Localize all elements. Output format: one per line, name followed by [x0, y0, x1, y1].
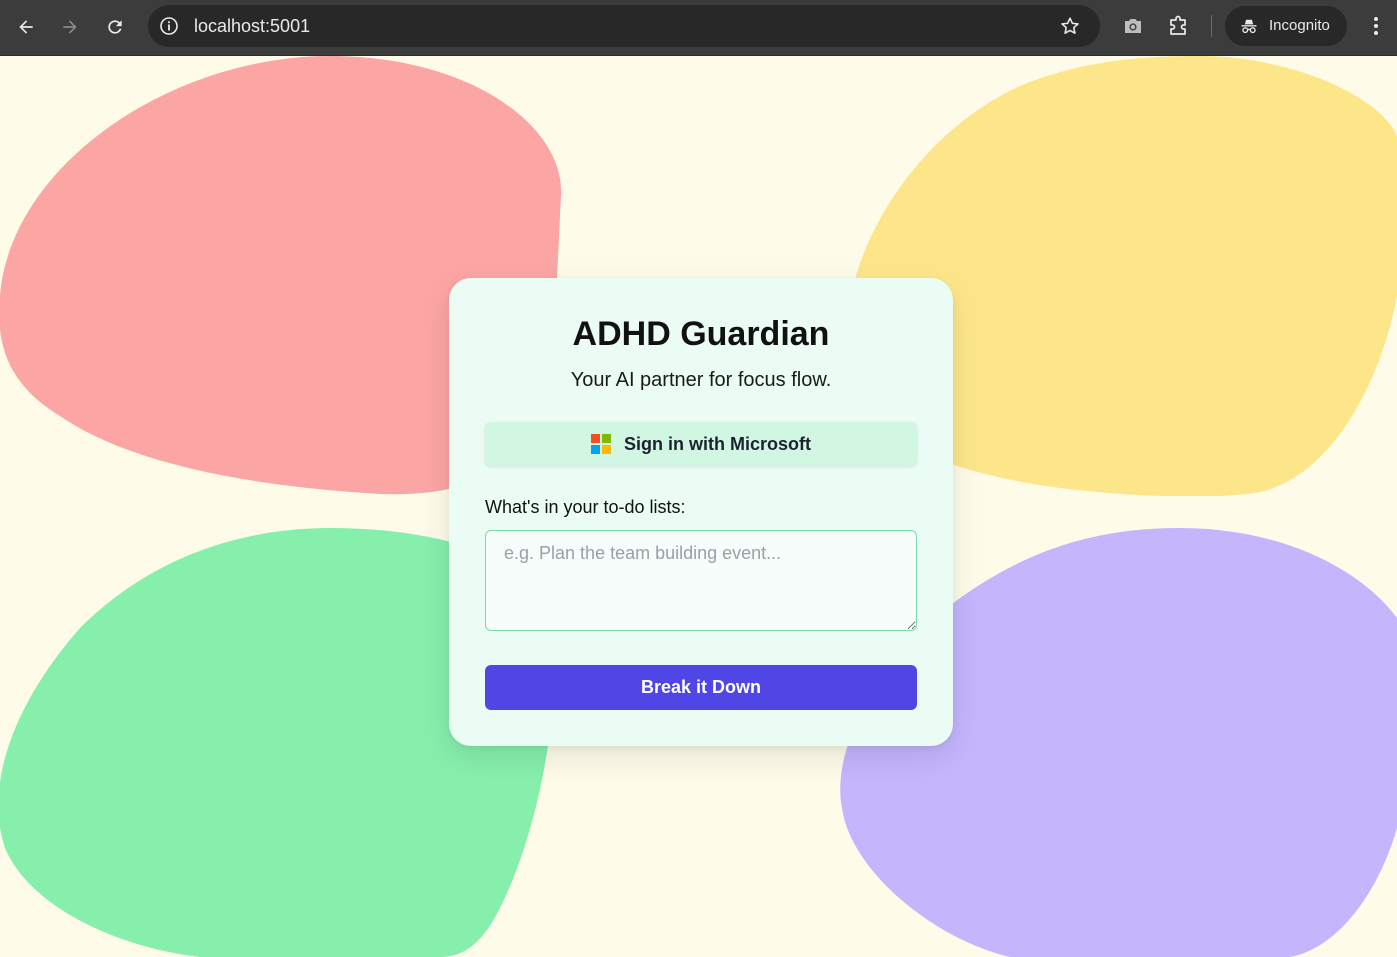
- forward-arrow-icon: [63, 20, 77, 34]
- reload-icon: [108, 20, 122, 34]
- incognito-icon: [1241, 19, 1257, 34]
- login-card: ADHD Guardian Your AI partner for focus …: [449, 278, 953, 746]
- todo-label: What's in your to-do lists:: [485, 497, 686, 517]
- browser-toolbar: localhost:5001 Incognito: [0, 0, 1397, 56]
- microsoft-logo-icon: [591, 434, 611, 454]
- forward-button[interactable]: [53, 10, 87, 44]
- back-button[interactable]: [9, 10, 43, 44]
- bookmark-star-icon[interactable]: [1059, 15, 1081, 37]
- back-arrow-icon: [19, 20, 33, 34]
- reload-button[interactable]: [98, 10, 132, 44]
- todo-input[interactable]: [485, 530, 917, 631]
- url-text[interactable]: localhost:5001: [194, 16, 310, 36]
- incognito-label: Incognito: [1269, 17, 1330, 34]
- page-subtitle: Your AI partner for focus flow.: [570, 369, 832, 391]
- page-title: ADHD Guardian: [572, 315, 830, 353]
- site-info-icon[interactable]: [159, 16, 179, 36]
- address-bar[interactable]: localhost:5001: [148, 5, 1100, 47]
- extensions-icon[interactable]: [1167, 14, 1191, 38]
- incognito-badge[interactable]: Incognito: [1225, 6, 1347, 46]
- toolbar-separator: [1211, 15, 1212, 37]
- more-menu-icon[interactable]: [1364, 14, 1388, 38]
- microsoft-sign-in-label: Sign in with Microsoft: [624, 433, 811, 454]
- break-it-down-button[interactable]: Break it Down: [485, 665, 917, 710]
- camera-icon[interactable]: [1121, 14, 1145, 38]
- microsoft-sign-in-button[interactable]: Sign in with Microsoft: [485, 422, 917, 466]
